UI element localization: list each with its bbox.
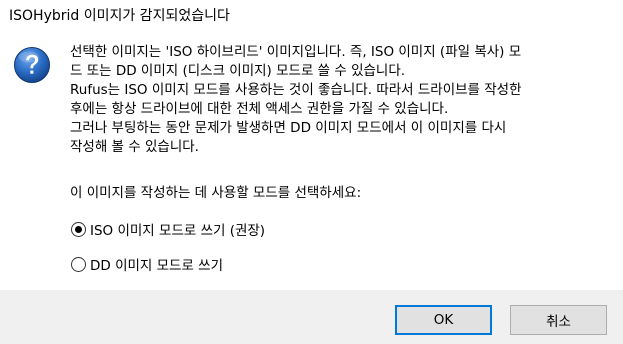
mode-prompt: 이 이미지를 작성하는 데 사용할 모드를 선택하세요: [70,185,362,201]
radio-button-unselected[interactable] [71,256,86,272]
cancel-button[interactable]: 취소 [510,305,607,335]
message-line: 드 또는 DD 이미지 (디스크 이미지) 모드로 쓸 수 있습니다. [70,63,406,79]
iso-mode-radio[interactable]: ISO 이미지 모드로 쓰기 (권장) [71,219,265,239]
dialog-titlebar[interactable]: ISOHybrid 이미지가 감지되었습니다 [0,0,623,32]
dialog-message: 선택한 이미지는 'ISO 하이브리드' 이미지입니다. 즉, ISO 이미지 … [70,43,615,157]
message-line: 그러나 부팅하는 동안 문제가 발생하면 DD 이미지 모드에서 이 이미지를 … [70,120,507,136]
question-icon [14,47,50,83]
message-line: 선택한 이미지는 'ISO 하이브리드' 이미지입니다. 즉, ISO 이미지 … [70,44,522,60]
message-line: Rufus는 ISO 이미지 모드를 사용하는 것이 좋습니다. 따라서 드라이… [70,82,522,98]
dd-mode-label[interactable]: DD 이미지 모드로 쓰기 [90,254,223,274]
radio-button-selected[interactable] [71,221,86,237]
message-line: 후에는 항상 드라이브에 대한 전체 액세스 권한을 가질 수 있습니다. [70,101,449,117]
iso-mode-label[interactable]: ISO 이미지 모드로 쓰기 (권장) [90,219,265,239]
ok-button[interactable]: OK [395,305,492,335]
message-line: 작성해 볼 수 있습니다. [70,139,199,155]
dialog-title: ISOHybrid 이미지가 감지되었습니다 [9,8,230,24]
dd-mode-radio[interactable]: DD 이미지 모드로 쓰기 [71,254,223,274]
iso-hybrid-dialog: ISOHybrid 이미지가 감지되었습니다 선택한 이미지는 'ISO 하이브… [0,0,623,344]
